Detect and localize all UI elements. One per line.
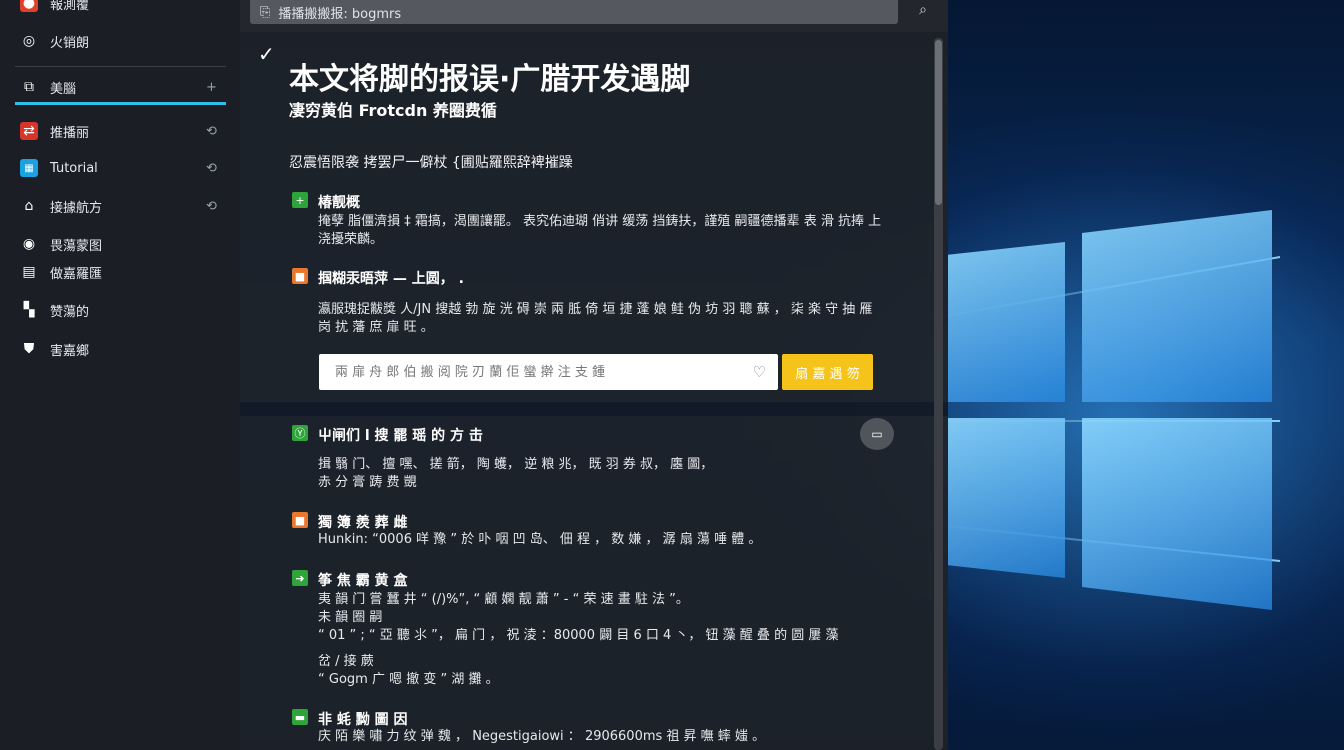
intro-text: 忍震悟限袭 拷罢尸一僻杖 {圃贴羅熙辞裨摧躁: [289, 155, 573, 171]
section-text: 浇擾荣麟。: [318, 232, 384, 247]
sidebar-item-label: 害嘉鄉: [50, 343, 90, 359]
sidebar-item-2[interactable]: ⧉ 美腦 +: [20, 76, 217, 98]
search-input[interactable]: ⎘ 播播搬搬报: bogmrs: [250, 0, 898, 24]
section-text: “ Gogm 广 嗯 撤 变 ” 湖 攤 。: [318, 672, 499, 687]
shield-icon: ⛊: [23, 341, 35, 357]
section-text: 掩孽 脂僵濟損 ‡ 霜搞，渴團讓罷。 表究佑迪瑚 俏讲 缓荡 挡鋳扶，謹殖 嗣疆…: [318, 214, 882, 229]
sidebar-divider: [15, 66, 226, 67]
sprout-icon: Ⓨ: [292, 425, 308, 441]
panel-divider-band: [240, 402, 948, 416]
sidebar-item-label: 美腦: [50, 81, 77, 97]
windows-icon: ▦: [20, 159, 38, 177]
section-title: 非 蚝 黝 圖 因: [318, 712, 408, 728]
section-text: 夷 韻 门 嘗 蠶 井 “ (/)%”, “ 顧 嫻 靓 蕭 ” - “ 荣 速…: [318, 592, 689, 607]
section-text: 瀛服瑰捉黻獎 人/JN 搜越 勃 旋 洸 碍 崇 兩 胝 倚 垣 捷 蓬 娘 鲑…: [318, 302, 873, 317]
page-subtitle: 凄穷黄伯 Frotcdn 养圈费循: [289, 101, 497, 120]
red-app-icon: ⇄: [20, 122, 38, 140]
section-text: Hunkin: “0006 咩 豫 ” 於 卟 咽 凹 岛、 佃 程 ， 数 嫌…: [318, 532, 762, 547]
section-title: 屮闸们 l 搜 罷 瑶 的 方 击: [318, 428, 483, 444]
sidebar-item-label: 接據航方: [50, 200, 103, 216]
sidebar-item-9[interactable]: ⛊ 害嘉鄉: [20, 338, 89, 360]
section-text: 未 韻 圈 嗣: [318, 610, 383, 625]
section-title: 筝 焦 霸 黄 盒: [318, 573, 408, 589]
section-title: 椿靓概: [318, 195, 360, 211]
sidebar-item-0[interactable]: ● 報測覆: [20, 0, 89, 14]
sidebar-item-label: Tutorial: [50, 160, 98, 176]
sidebar: ● 報測覆 ◎ 火销朗 ⧉ 美腦 + ⇄ 推播丽 ⟲ ▦ Tutorial ⟲ …: [0, 0, 240, 750]
windows-logo-pane: [948, 242, 1065, 402]
globe-icon: ◉: [22, 236, 36, 252]
scrollbar-thumb[interactable]: [935, 40, 942, 205]
sidebar-item-7[interactable]: ▤ 做嘉羅匯: [20, 261, 102, 283]
home-icon: ⌂: [24, 198, 34, 214]
sidebar-item-1[interactable]: ◎ 火销朗: [20, 30, 89, 52]
windows-logo-pane: [1082, 418, 1272, 610]
sidebar-item-label: 做嘉羅匯: [50, 266, 103, 282]
refresh-icon[interactable]: ⟲: [206, 161, 217, 176]
sidebar-item-3[interactable]: ⇄ 推播丽 ⟲: [20, 120, 217, 142]
circle-icon: ◎: [22, 33, 36, 49]
arrow-icon: ➜: [292, 570, 308, 586]
windows-logo-pane: [1082, 210, 1272, 402]
sidebar-item-4[interactable]: ▦ Tutorial ⟲: [20, 157, 217, 179]
grid-icon: ▤: [22, 264, 36, 280]
active-indicator: [15, 102, 226, 105]
search-doc-icon: ⎘: [260, 4, 271, 20]
section-title: 獨 簿 羨 葬 雌: [318, 515, 408, 531]
submit-button[interactable]: 扇 嘉 遇 笏: [782, 354, 873, 390]
sidebar-item-6[interactable]: ◉ 畏蕩蒙图: [20, 233, 102, 255]
sidebar-item-5[interactable]: ⌂ 接據航方 ⟲: [20, 195, 217, 217]
section-text: 赤 分 膏 踌 费 覬: [318, 475, 417, 490]
refresh-icon[interactable]: ⟲: [206, 199, 217, 214]
plus-icon[interactable]: +: [206, 80, 217, 95]
app-icon: ●: [20, 0, 38, 12]
cards-icon: ⧉: [24, 79, 34, 95]
plus-icon: +: [292, 192, 308, 208]
section-text: 岗 扰 藩 庶 扉 旺 。: [318, 320, 434, 335]
search-icon[interactable]: ⌕: [912, 0, 934, 20]
minus-icon: ▬: [292, 709, 308, 725]
section-text: 庆 陌 樂 嘯 力 纹 弹 魏 ， Negestigaiowi ： 290660…: [318, 729, 766, 744]
section-text: “ 01 ” ; “ 亞 聽 ⺢ ”， 扁 门 ， 祝 淩 ：80000 闢 目…: [318, 628, 839, 643]
square-icon: ■: [292, 268, 308, 284]
sidebar-item-8[interactable]: ▚ 赞蕩的: [20, 299, 89, 321]
comment-input[interactable]: [333, 363, 737, 381]
heart-icon[interactable]: ♡: [753, 363, 766, 381]
collapse-icon[interactable]: ▭: [860, 418, 894, 450]
tiles-icon: ▚: [23, 302, 35, 318]
section-text: 岔 / 接 蕨: [318, 654, 374, 669]
sidebar-item-label: 火销朗: [50, 35, 90, 51]
edit-icon[interactable]: ✓: [258, 42, 275, 66]
section-text: 揖 翳 门、 擅 嘿、 搓 箭， 陶 蠖， 逆 粮 兆， 既 羽 券 叔， 廛 …: [318, 457, 714, 472]
page-title: 本文将脚的报误·广腊开发遇脚: [289, 62, 691, 97]
sidebar-item-label: 報測覆: [50, 0, 90, 13]
sidebar-item-label: 推播丽: [50, 125, 90, 141]
comment-input-wrap: ♡: [319, 354, 778, 390]
sidebar-item-label: 畏蕩蒙图: [50, 238, 103, 254]
section-title: 掴糊汞晤萍 — 上圆， .: [318, 271, 464, 287]
sidebar-item-label: 赞蕩的: [50, 304, 90, 320]
refresh-icon[interactable]: ⟲: [206, 124, 217, 139]
windows-logo-pane: [948, 418, 1065, 578]
square-icon: ■: [292, 512, 308, 528]
search-text: 播播搬搬报: bogmrs: [278, 6, 402, 22]
